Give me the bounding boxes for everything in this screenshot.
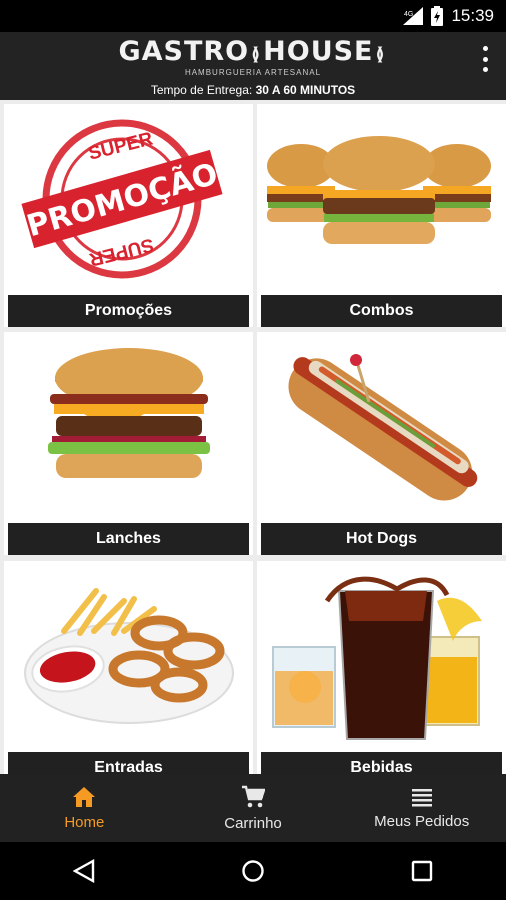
signal-icon: 4G (403, 7, 424, 25)
battery-icon (431, 6, 444, 26)
logo-text-right: HOUSE (263, 36, 374, 67)
nav-home[interactable]: Home (0, 774, 169, 842)
brand-logo: GASTRO ≬HOUSE ≬ (0, 36, 506, 67)
category-label: Hot Dogs (261, 523, 502, 555)
brand-tagline: HAMBURGUERIA ARTESANAL (184, 68, 322, 77)
stamp-bottom-text: SUPER (87, 233, 156, 269)
bolt-icon: ≬ (375, 44, 386, 65)
category-label: Lanches (8, 523, 249, 555)
category-label: Combos (261, 295, 502, 327)
delivery-label: Tempo de Entrega: (150, 83, 253, 97)
delivery-time: Tempo de Entrega: 30 A 60 MINUTOS (0, 83, 506, 97)
system-navigation-bar (0, 842, 506, 900)
promotion-stamp-image: SUPER SUPER PROMOÇÃO (21, 119, 223, 279)
bacon-burger-image (48, 348, 210, 478)
category-label: Promoções (8, 295, 249, 327)
cart-icon (242, 785, 265, 807)
category-tile-entradas[interactable]: Entradas (4, 561, 253, 774)
category-tile-promocoes[interactable]: SUPER SUPER PROMOÇÃO Promoções (4, 104, 253, 327)
home-icon (73, 786, 96, 807)
nav-my-orders[interactable]: Meus Pedidos (337, 774, 506, 842)
category-label: Bebidas (261, 752, 502, 774)
category-label: Entradas (8, 752, 249, 774)
clock: 15:39 (451, 6, 494, 25)
recent-apps-icon[interactable] (411, 860, 433, 882)
list-icon (411, 788, 432, 806)
category-tile-lanches[interactable]: Lanches (4, 332, 253, 555)
app-screen: 4G 15:39 GASTRO ≬HOUSE ≬ HAMBURGUERIA ARTE… (0, 0, 506, 900)
back-icon[interactable] (73, 859, 95, 883)
overflow-menu-icon[interactable] (480, 46, 490, 72)
svg-text:4G: 4G (404, 11, 413, 18)
onion-rings-fries-image (24, 588, 234, 724)
status-bar: 4G 15:39 (0, 0, 506, 32)
three-burgers-image (267, 136, 491, 244)
stamp-top-text: SUPER (86, 128, 155, 164)
home-circle-icon[interactable] (241, 859, 265, 883)
app-header: GASTRO ≬HOUSE ≬ HAMBURGUERIA ARTESANAL Tem… (0, 32, 506, 100)
category-grid: SUPER SUPER PROMOÇÃO Promoções Combos La… (0, 100, 506, 774)
category-tile-hot-dogs[interactable]: Hot Dogs (257, 332, 506, 555)
nav-my-orders-label: Meus Pedidos (374, 812, 470, 830)
bolt-icon: ≬ (251, 44, 262, 65)
drinks-image (272, 576, 482, 740)
nav-cart[interactable]: Carrinho (169, 774, 338, 842)
logo-text-left: GASTRO (118, 36, 250, 67)
category-tile-bebidas[interactable]: Bebidas (257, 561, 506, 774)
nav-cart-label: Carrinho (224, 814, 282, 832)
delivery-value: 30 A 60 MINUTOS (255, 83, 356, 97)
bottom-navigation: Home Carrinho Meus Pedidos (0, 774, 506, 842)
hot-dog-image (288, 354, 478, 501)
category-tile-combos[interactable]: Combos (257, 104, 506, 327)
nav-home-label: Home (64, 813, 105, 831)
